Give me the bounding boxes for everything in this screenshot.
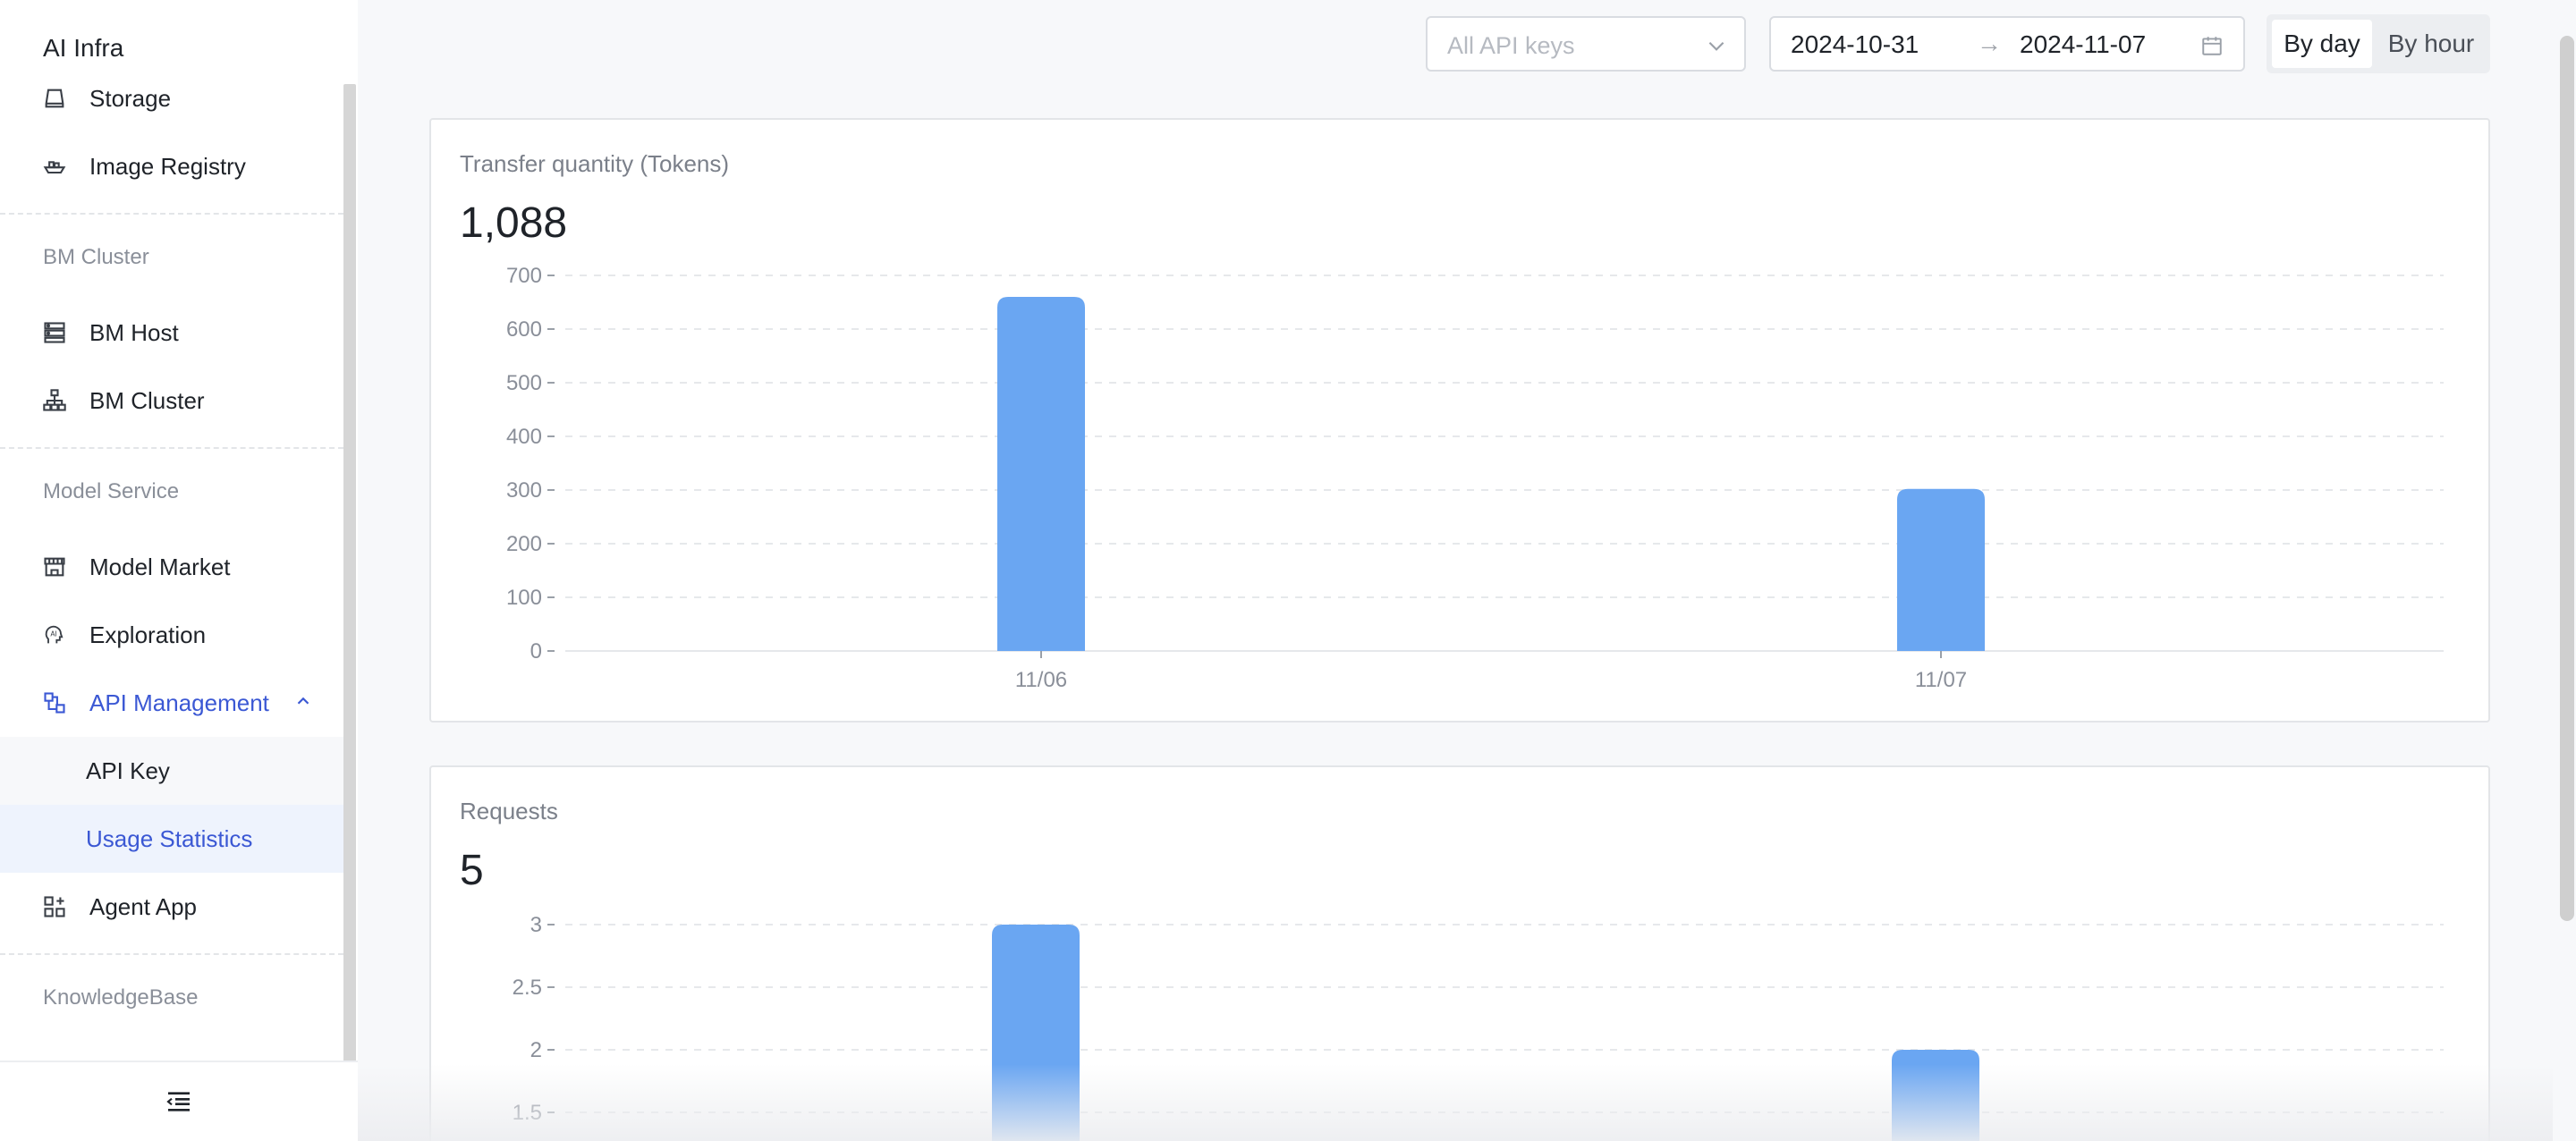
sidebar-item-image-registry[interactable]: Image Registry <box>0 132 343 200</box>
sidebar-subitem-label: API Key <box>86 756 170 784</box>
sidebar-item-label: API Management <box>89 689 269 716</box>
sidebar-item-bm-cluster[interactable]: BM Cluster <box>0 367 343 435</box>
sidebar-divider <box>0 953 343 955</box>
y-tick-label: 400 <box>506 425 542 449</box>
sidebar-subitem-label: Usage Statistics <box>86 824 253 852</box>
bar <box>1892 1050 1979 1141</box>
group-label-knowledgebase: KnowledgeBase <box>43 985 199 1010</box>
api-key-select[interactable]: All API keys <box>1426 16 1746 72</box>
sidebar-divider <box>0 213 343 215</box>
apps-icon <box>41 893 68 920</box>
page-scrollbar[interactable] <box>2560 36 2574 921</box>
api-key-select-placeholder: All API keys <box>1447 32 1575 59</box>
sidebar-subitem-api-key[interactable]: API Key <box>0 737 343 805</box>
sidebar-scrollbar[interactable] <box>343 84 356 1064</box>
tokens-bar-chart: 0 100 200 300 400 500 600 700 11/06 11/07 <box>506 264 2444 692</box>
sidebar-subitem-usage-statistics[interactable]: Usage Statistics <box>0 805 343 873</box>
y-tick-label: 300 <box>506 478 542 503</box>
sidebar-item-agent-app[interactable]: Agent App <box>0 873 343 941</box>
collapse-menu-icon[interactable] <box>165 1087 193 1116</box>
y-tick-label: 2.5 <box>513 976 542 1000</box>
y-tick-label: 500 <box>506 371 542 395</box>
date-range-picker[interactable]: 2024-10-31 → 2024-11-07 <box>1769 16 2245 72</box>
by-hour-button[interactable]: By hour <box>2377 20 2485 68</box>
sidebar-item-label: Image Registry <box>89 152 246 180</box>
date-start-input[interactable]: 2024-10-31 <box>1791 30 1919 59</box>
group-label-bm-cluster: BM Cluster <box>43 245 149 269</box>
sidebar-item-label: BM Host <box>89 318 179 346</box>
chevron-down-icon <box>1705 34 1728 62</box>
tokens-card: Transfer quantity (Tokens) 1,088 0 100 200… <box>429 118 2490 723</box>
sidebar-item-bm-host[interactable]: BM Host <box>0 299 343 367</box>
arrow-right-icon: → <box>1977 30 2002 57</box>
sidebar-item-storage[interactable]: Storage <box>0 64 343 132</box>
calendar-icon[interactable] <box>2200 34 2224 62</box>
requests-bar-chart: 1.5 2 2.5 3 <box>513 913 2444 1141</box>
sidebar-item-label: BM Cluster <box>89 386 205 414</box>
sidebar-item-label: Storage <box>89 84 172 112</box>
ship-icon <box>41 153 68 180</box>
sidebar-item-model-market[interactable]: Model Market <box>0 533 343 601</box>
svg-text:AI: AI <box>50 630 56 638</box>
server-icon <box>41 319 68 346</box>
sidebar-item-label: Model Market <box>89 553 231 580</box>
bar <box>1897 488 1985 651</box>
store-icon <box>41 554 68 580</box>
x-tick-label: 11/07 <box>1915 668 1967 692</box>
sidebar-item-label: Agent App <box>89 892 197 920</box>
sidebar-item-exploration[interactable]: AI Exploration <box>0 601 343 669</box>
group-label-model-service: Model Service <box>43 479 180 503</box>
main-content: All API keys 2024-10-31 → 2024-11-07 By … <box>358 0 2553 1141</box>
ai-head-icon: AI <box>41 621 68 648</box>
chevron-up-icon <box>293 691 313 715</box>
api-icon <box>41 689 68 716</box>
x-tick-label: 11/06 <box>1015 668 1067 692</box>
y-tick-label: 2 <box>530 1038 542 1062</box>
y-tick-label: 200 <box>506 532 542 556</box>
requests-card: Requests 5 1.5 2 2.5 3 <box>429 765 2490 1141</box>
y-tick-label: 700 <box>506 264 542 288</box>
date-end-input[interactable]: 2024-11-07 <box>2020 30 2146 59</box>
sidebar-nav: Storage Image Registry BM Cluster BM Hos… <box>0 0 343 1061</box>
y-tick-label: 600 <box>506 317 542 342</box>
sidebar-item-api-management[interactable]: API Management <box>0 669 343 737</box>
sidebar-footer <box>0 1061 358 1141</box>
y-tick-label: 0 <box>530 639 542 663</box>
bar <box>992 925 1080 1141</box>
y-tick-label: 1.5 <box>513 1101 542 1125</box>
y-tick-label: 3 <box>530 913 542 937</box>
bar <box>997 297 1085 651</box>
granularity-toggle: By day By hour <box>2267 14 2490 73</box>
by-day-button[interactable]: By day <box>2272 20 2372 68</box>
sidebar-item-label: Exploration <box>89 621 207 648</box>
y-tick-label: 100 <box>506 586 542 610</box>
sidebar-divider <box>0 447 343 449</box>
cluster-icon <box>41 387 68 414</box>
storage-icon <box>41 85 68 112</box>
